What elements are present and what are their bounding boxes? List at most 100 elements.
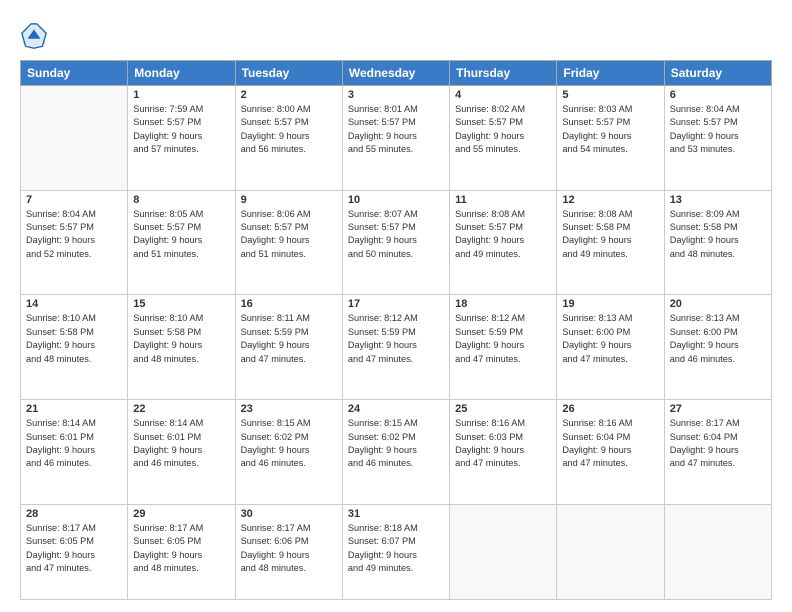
day-info: Sunrise: 8:13 AMSunset: 6:00 PMDaylight:…	[562, 312, 658, 365]
day-number: 22	[133, 403, 229, 415]
calendar-cell: 20Sunrise: 8:13 AMSunset: 6:00 PMDayligh…	[664, 295, 771, 400]
calendar-cell: 16 Sunrise: 8:11 AMSunset: 5:59 PMDayligh…	[235, 295, 342, 400]
day-info: Sunrise: 8:03 AMSunset: 5:57 PMDaylight:…	[562, 103, 658, 156]
day-info: Sunrise: 8:15 AMSunset: 6:02 PMDaylight:…	[241, 417, 337, 470]
day-info: Sunrise: 8:13 AMSunset: 6:00 PMDaylight:…	[670, 312, 766, 365]
calendar-cell: 14 Sunrise: 8:10 AMSunset: 5:58 PMDayligh…	[21, 295, 128, 400]
day-info: Sunrise: 8:00 AMSunset: 5:57 PMDaylight:…	[241, 103, 337, 156]
calendar-cell	[557, 504, 664, 599]
calendar-cell: 24 Sunrise: 8:15 AMSunset: 6:02 PMDayligh…	[342, 400, 449, 505]
day-number: 29	[133, 508, 229, 520]
calendar-cell: 30 Sunrise: 8:17 AMSunset: 6:06 PMDayligh…	[235, 504, 342, 599]
day-number: 14	[26, 298, 122, 310]
calendar-cell: 26 Sunrise: 8:16 AMSunset: 6:04 PMDayligh…	[557, 400, 664, 505]
day-info: Sunrise: 8:04 AMSunset: 5:57 PMDaylight:…	[26, 208, 122, 261]
day-info: Sunrise: 8:01 AMSunset: 5:57 PMDaylight:…	[348, 103, 444, 156]
calendar-cell: 25Sunrise: 8:16 AMSunset: 6:03 PMDayligh…	[450, 400, 557, 505]
day-number: 24	[348, 403, 444, 415]
logo-icon	[20, 22, 48, 50]
calendar-header-friday: Friday	[557, 61, 664, 86]
calendar-cell: 8Sunrise: 8:05 AMSunset: 5:57 PMDaylight…	[128, 190, 235, 295]
calendar-cell: 17 Sunrise: 8:12 AMSunset: 5:59 PMDayligh…	[342, 295, 449, 400]
day-number: 6	[670, 89, 766, 101]
calendar-header-sunday: Sunday	[21, 61, 128, 86]
calendar-cell: 23 Sunrise: 8:15 AMSunset: 6:02 PMDayligh…	[235, 400, 342, 505]
calendar-header-row: SundayMondayTuesdayWednesdayThursdayFrid…	[21, 61, 772, 86]
day-number: 18	[455, 298, 551, 310]
calendar-cell: 28Sunrise: 8:17 AMSunset: 6:05 PMDayligh…	[21, 504, 128, 599]
calendar-cell: 9 Sunrise: 8:06 AMSunset: 5:57 PMDaylight…	[235, 190, 342, 295]
day-number: 19	[562, 298, 658, 310]
header	[20, 18, 772, 50]
day-info: Sunrise: 8:08 AMSunset: 5:58 PMDaylight:…	[562, 208, 658, 261]
calendar-header-saturday: Saturday	[664, 61, 771, 86]
day-number: 13	[670, 194, 766, 206]
day-info: Sunrise: 8:12 AMSunset: 5:59 PMDaylight:…	[348, 312, 444, 365]
calendar-cell: 5Sunrise: 8:03 AMSunset: 5:57 PMDaylight…	[557, 86, 664, 191]
calendar-header-wednesday: Wednesday	[342, 61, 449, 86]
day-number: 27	[670, 403, 766, 415]
day-number: 4	[455, 89, 551, 101]
day-number: 26	[562, 403, 658, 415]
logo	[20, 22, 52, 50]
day-number: 23	[241, 403, 337, 415]
calendar-week-row-5: 28 Sunrise: 8:17 AMSunset: 6:05 PMDayligh…	[21, 504, 772, 599]
calendar-cell: 21Sunrise: 8:14 AMSunset: 6:01 PMDayligh…	[21, 400, 128, 505]
calendar-week-row-1: 1 Sunrise: 7:59 AMSunset: 5:57 PMDaylight…	[21, 86, 772, 191]
day-number: 11	[455, 194, 551, 206]
calendar-table: SundayMondayTuesdayWednesdayThursdayFrid…	[20, 60, 772, 600]
calendar-cell: 3 Sunrise: 8:01 AMSunset: 5:57 PMDaylight…	[342, 86, 449, 191]
calendar-cell: 31 Sunrise: 8:18 AMSunset: 6:07 PMDayligh…	[342, 504, 449, 599]
calendar-cell	[664, 504, 771, 599]
day-info: Sunrise: 8:09 AMSunset: 5:58 PMDaylight:…	[670, 208, 766, 261]
calendar-header-tuesday: Tuesday	[235, 61, 342, 86]
day-info: Sunrise: 8:06 AMSunset: 5:57 PMDaylight:…	[241, 208, 337, 261]
day-number: 30	[241, 508, 337, 520]
calendar-cell: 12 Sunrise: 8:08 AMSunset: 5:58 PMDayligh…	[557, 190, 664, 295]
calendar-cell: 29 Sunrise: 8:17 AMSunset: 6:05 PMDayligh…	[128, 504, 235, 599]
calendar-cell: 10Sunrise: 8:07 AMSunset: 5:57 PMDayligh…	[342, 190, 449, 295]
day-number: 3	[348, 89, 444, 101]
calendar-cell: 6 Sunrise: 8:04 AMSunset: 5:57 PMDaylight…	[664, 86, 771, 191]
calendar-cell: 27Sunrise: 8:17 AMSunset: 6:04 PMDayligh…	[664, 400, 771, 505]
day-info: Sunrise: 8:10 AMSunset: 5:58 PMDaylight:…	[26, 312, 122, 365]
day-info: Sunrise: 8:14 AMSunset: 6:01 PMDaylight:…	[133, 417, 229, 470]
day-number: 16	[241, 298, 337, 310]
day-info: Sunrise: 8:11 AMSunset: 5:59 PMDaylight:…	[241, 312, 337, 365]
calendar-cell: 11 Sunrise: 8:08 AMSunset: 5:57 PMDayligh…	[450, 190, 557, 295]
calendar-header-monday: Monday	[128, 61, 235, 86]
calendar-cell	[21, 86, 128, 191]
page: SundayMondayTuesdayWednesdayThursdayFrid…	[0, 0, 792, 612]
calendar-cell	[450, 504, 557, 599]
calendar-cell: 1 Sunrise: 7:59 AMSunset: 5:57 PMDaylight…	[128, 86, 235, 191]
day-info: Sunrise: 8:17 AMSunset: 6:06 PMDaylight:…	[241, 522, 337, 575]
calendar-cell: 19 Sunrise: 8:13 AMSunset: 6:00 PMDayligh…	[557, 295, 664, 400]
calendar-week-row-2: 7Sunrise: 8:04 AMSunset: 5:57 PMDaylight…	[21, 190, 772, 295]
day-info: Sunrise: 8:04 AMSunset: 5:57 PMDaylight:…	[670, 103, 766, 156]
day-number: 28	[26, 508, 122, 520]
day-info: Sunrise: 8:05 AMSunset: 5:57 PMDaylight:…	[133, 208, 229, 261]
day-info: Sunrise: 8:15 AMSunset: 6:02 PMDaylight:…	[348, 417, 444, 470]
day-info: Sunrise: 8:16 AMSunset: 6:03 PMDaylight:…	[455, 417, 551, 470]
calendar-week-row-4: 21 Sunrise: 8:14 AMSunset: 6:01 PMDayligh…	[21, 400, 772, 505]
day-number: 9	[241, 194, 337, 206]
day-info: Sunrise: 8:12 AMSunset: 5:59 PMDaylight:…	[455, 312, 551, 365]
calendar-cell: 2Sunrise: 8:00 AMSunset: 5:57 PMDaylight…	[235, 86, 342, 191]
day-info: Sunrise: 7:59 AMSunset: 5:57 PMDaylight:…	[133, 103, 229, 156]
day-info: Sunrise: 8:18 AMSunset: 6:07 PMDaylight:…	[348, 522, 444, 575]
day-info: Sunrise: 8:17 AMSunset: 6:05 PMDaylight:…	[133, 522, 229, 575]
calendar-week-row-3: 14 Sunrise: 8:10 AMSunset: 5:58 PMDayligh…	[21, 295, 772, 400]
calendar-cell: 18 Sunrise: 8:12 AMSunset: 5:59 PMDayligh…	[450, 295, 557, 400]
calendar-cell: 22 Sunrise: 8:14 AMSunset: 6:01 PMDayligh…	[128, 400, 235, 505]
day-number: 12	[562, 194, 658, 206]
calendar-cell: 4Sunrise: 8:02 AMSunset: 5:57 PMDaylight…	[450, 86, 557, 191]
calendar-cell: 15Sunrise: 8:10 AMSunset: 5:58 PMDayligh…	[128, 295, 235, 400]
day-number: 1	[133, 89, 229, 101]
day-number: 31	[348, 508, 444, 520]
day-number: 17	[348, 298, 444, 310]
day-info: Sunrise: 8:08 AMSunset: 5:57 PMDaylight:…	[455, 208, 551, 261]
day-number: 21	[26, 403, 122, 415]
calendar-cell: 13 Sunrise: 8:09 AMSunset: 5:58 PMDayligh…	[664, 190, 771, 295]
day-info: Sunrise: 8:16 AMSunset: 6:04 PMDaylight:…	[562, 417, 658, 470]
calendar-cell: 7Sunrise: 8:04 AMSunset: 5:57 PMDaylight…	[21, 190, 128, 295]
